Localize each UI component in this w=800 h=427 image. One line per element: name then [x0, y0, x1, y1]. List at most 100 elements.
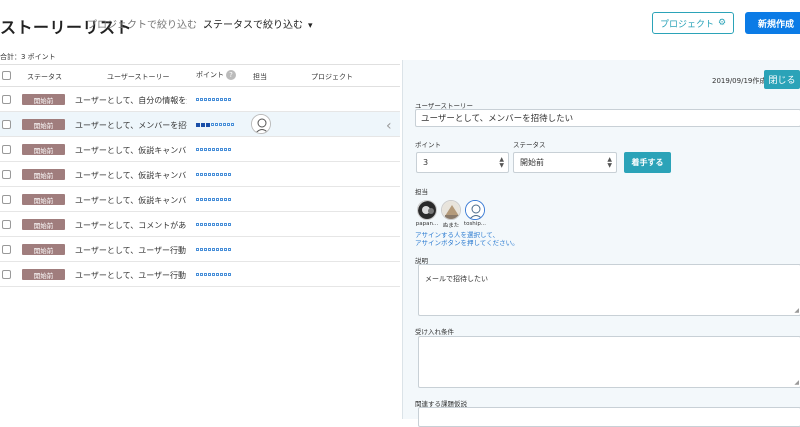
point-dot — [216, 223, 219, 226]
avatar — [251, 114, 271, 134]
point-dot — [211, 123, 214, 126]
acceptance-label: 受け入れ条件 — [415, 328, 454, 336]
story-input[interactable]: ユーザーとして、メンバーを招待したい — [415, 109, 800, 127]
point-dot — [224, 198, 227, 201]
table-row[interactable]: 開始前ユーザーとして、仮説キャンバスを作成したい — [0, 137, 400, 162]
story-text[interactable]: ユーザーとして、ユーザー行動フローを作成したい — [75, 245, 187, 256]
resize-handle-icon[interactable]: ◢ — [794, 307, 799, 314]
row-checkbox[interactable] — [2, 95, 11, 104]
assignee-name: papan... — [415, 221, 439, 227]
point-dot — [228, 198, 231, 201]
point-dot — [196, 223, 199, 226]
status-label: ステータス — [513, 141, 546, 149]
select-arrows-icon: ▲ ▼ — [607, 155, 612, 169]
table-row[interactable]: 開始前ユーザーとして、メンバーを招待したい — [0, 112, 400, 137]
status-badge: 開始前 — [22, 169, 65, 180]
story-text[interactable]: ユーザーとして、仮説キャンバスに記入したい — [75, 195, 187, 206]
status-badge: 開始前 — [22, 194, 65, 205]
story-text[interactable]: ユーザーとして、ユーザー行動フローを編集したい — [75, 270, 187, 281]
point-dot — [220, 98, 223, 101]
story-text[interactable]: ユーザーとして、仮説キャンバスに入力したい — [75, 170, 187, 181]
points-select[interactable]: 3 ▲ ▼ — [416, 152, 509, 173]
acceptance-textarea[interactable]: ◢ — [418, 336, 800, 388]
point-dot — [200, 198, 203, 201]
assign-hint-line: アサインする人を選択して、 — [415, 231, 499, 239]
table-row[interactable]: 開始前ユーザーとして、コメントがあったら通知がほしい — [0, 212, 400, 237]
row-checkbox[interactable] — [2, 170, 11, 179]
row-checkbox[interactable] — [2, 245, 11, 254]
point-indicator — [196, 248, 231, 251]
point-dot — [196, 148, 199, 151]
point-dot — [228, 273, 231, 276]
point-indicator — [196, 223, 231, 226]
project-filter-label: プロジェクトで絞り込む — [87, 20, 197, 31]
point-dot — [200, 173, 203, 176]
project-filter-dropdown[interactable]: プロジェクトで絞り込む ⌄ — [87, 16, 210, 31]
row-checkbox[interactable] — [2, 270, 11, 279]
story-text[interactable]: ユーザーとして、コメントがあったら通知がほしい — [75, 220, 187, 231]
point-dot — [220, 248, 223, 251]
point-indicator — [196, 122, 234, 127]
point-dot — [204, 98, 207, 101]
start-button[interactable]: 着手する — [624, 152, 671, 173]
new-story-button[interactable]: 新規作成 — [745, 12, 800, 34]
project-button[interactable]: プロジェクト ⚙ — [652, 12, 734, 34]
related-input[interactable] — [418, 407, 800, 427]
point-dot — [212, 98, 215, 101]
assignee-name: ぬまた — [442, 223, 460, 229]
chevron-left-icon[interactable]: ‹ — [386, 118, 392, 134]
point-dot — [216, 148, 219, 151]
story-text[interactable]: ユーザーとして、仮説キャンバスを作成したい — [75, 145, 187, 156]
select-all-checkbox[interactable] — [2, 71, 11, 80]
status-filter-dropdown[interactable]: ステータスで絞り込む ▾ — [203, 16, 313, 31]
story-detail-panel: 2019/09/19作成 閉じる ユーザーストーリー ユーザーとして、メンバーを… — [402, 60, 800, 427]
point-dot — [212, 148, 215, 151]
status-select[interactable]: 開始前 ▲ ▼ — [513, 152, 617, 173]
project-button-label: プロジェクト — [659, 19, 714, 30]
point-dot — [208, 148, 211, 151]
point-dot — [224, 248, 227, 251]
point-dot — [224, 273, 227, 276]
assignee-option[interactable]: ぬまた — [441, 200, 461, 229]
row-checkbox[interactable] — [2, 120, 11, 129]
table-row[interactable]: 開始前ユーザーとして、ユーザー行動フローを編集したい — [0, 262, 400, 287]
table-row[interactable]: 開始前ユーザーとして、仮説キャンバスに記入したい — [0, 187, 400, 212]
row-checkbox[interactable] — [2, 195, 11, 204]
help-icon[interactable]: ? — [226, 70, 236, 80]
assign-hint-line: アサインボタンを押してください。 — [415, 239, 519, 247]
point-dot — [224, 98, 227, 101]
point-dot — [208, 98, 211, 101]
point-dot — [228, 98, 231, 101]
column-status: ステータス — [27, 73, 62, 81]
close-button[interactable]: 閉じる — [764, 70, 800, 89]
point-dot — [212, 248, 215, 251]
assignee-option[interactable]: toship... — [463, 200, 487, 227]
table-row[interactable]: 開始前ユーザーとして、仮説キャンバスに入力したい — [0, 162, 400, 187]
point-dot — [212, 223, 215, 226]
table-row[interactable]: 開始前ユーザーとして、自分の情報を登録したい — [0, 87, 400, 112]
point-dot — [212, 198, 215, 201]
point-dot — [212, 273, 215, 276]
story-text[interactable]: ユーザーとして、メンバーを招待したい — [75, 120, 187, 131]
assignee-option[interactable]: papan... — [415, 200, 439, 227]
row-checkbox[interactable] — [2, 145, 11, 154]
status-badge: 開始前 — [22, 244, 65, 255]
assignee-name: toship... — [463, 221, 487, 227]
point-indicator — [196, 98, 231, 101]
table-header: ステータス ユーザーストーリー ポイント? 担当 プロジェクト — [0, 64, 400, 87]
point-dot — [220, 173, 223, 176]
status-badge: 開始前 — [22, 144, 65, 155]
point-dot — [224, 223, 227, 226]
resize-handle-icon[interactable]: ◢ — [794, 379, 799, 386]
row-checkbox[interactable] — [2, 220, 11, 229]
column-points: ポイント? — [196, 70, 236, 80]
point-dot — [200, 148, 203, 151]
point-dot — [220, 273, 223, 276]
story-text[interactable]: ユーザーとして、自分の情報を登録したい — [75, 95, 187, 106]
description-textarea[interactable]: メールで招待したい ◢ — [418, 264, 800, 316]
table-row[interactable]: 開始前ユーザーとして、ユーザー行動フローを作成したい — [0, 237, 400, 262]
point-dot — [231, 123, 234, 126]
point-dot — [204, 198, 207, 201]
point-dot — [227, 123, 230, 126]
avatar — [465, 200, 485, 220]
